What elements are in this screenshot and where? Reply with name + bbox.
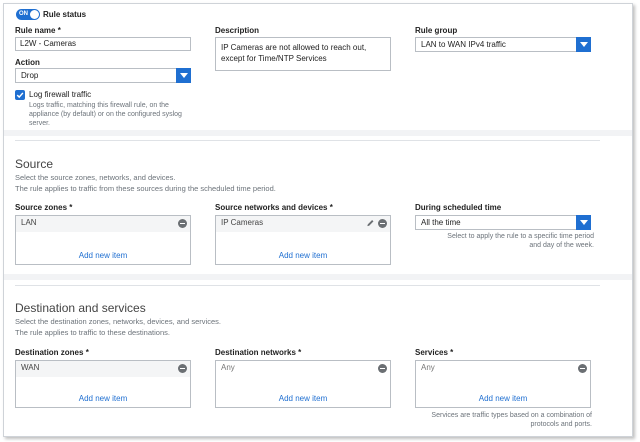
action-select-value: Drop (21, 71, 39, 80)
source-zones-box: LAN Add new item (15, 215, 191, 265)
action-select[interactable]: Drop (15, 68, 191, 83)
schedule-label: During scheduled time (415, 203, 502, 212)
schedule-hint: Select to apply the rule to a specific t… (447, 233, 594, 249)
destination-network-item: Any (221, 363, 235, 372)
list-item[interactable]: Any (216, 361, 390, 377)
rule-group-label: Rule group (415, 26, 458, 35)
list-item[interactable]: Any (416, 361, 590, 377)
chevron-down-icon[interactable] (576, 215, 591, 230)
source-networks-label: Source networks and devices * (215, 203, 333, 212)
source-networks-box: IP Cameras Add new item (215, 215, 391, 265)
section-separator (4, 130, 632, 136)
rule-name-label: Rule name * (15, 26, 61, 35)
source-zones-label: Source zones * (15, 203, 73, 212)
destination-networks-box: Any Add new item (215, 360, 391, 408)
toggle-knob (30, 10, 39, 19)
rule-name-input[interactable]: L2W - Cameras (15, 37, 191, 51)
remove-icon[interactable] (178, 364, 187, 373)
section-separator (4, 274, 632, 280)
divider (15, 285, 600, 286)
destination-networks-label: Destination networks * (215, 348, 302, 357)
destination-networks-add-button[interactable]: Add new item (216, 394, 390, 403)
remove-icon[interactable] (178, 219, 187, 228)
list-item[interactable]: WAN (16, 361, 190, 377)
services-label: Services * (415, 348, 454, 357)
description-textarea[interactable]: IP Cameras are not allowed to reach out,… (215, 37, 391, 71)
chevron-down-icon[interactable] (176, 68, 191, 83)
services-add-button[interactable]: Add new item (416, 394, 590, 403)
rule-group-select-value: LAN to WAN IPv4 traffic (421, 40, 506, 49)
service-item: Any (421, 363, 435, 372)
source-zone-item: LAN (21, 218, 37, 227)
services-hint: Services are traffic types based on a co… (431, 412, 592, 428)
destination-section-desc-1: Select the destination zones, networks, … (15, 317, 221, 326)
log-traffic-hint: Logs traffic, matching this firewall rul… (29, 102, 182, 127)
firewall-rule-form: ON Rule status Rule name * L2W - Cameras… (3, 3, 633, 437)
description-label: Description (215, 26, 260, 35)
source-networks-add-button[interactable]: Add new item (216, 251, 390, 260)
rule-status-toggle[interactable]: ON (16, 9, 40, 20)
pencil-icon[interactable] (366, 218, 375, 228)
log-traffic-label: Log firewall traffic (29, 90, 92, 99)
source-section-title: Source (15, 157, 54, 171)
checkmark-icon (16, 92, 24, 99)
rule-group-select[interactable]: LAN to WAN IPv4 traffic (415, 37, 591, 52)
remove-icon[interactable] (378, 219, 387, 228)
destination-zones-label: Destination zones * (15, 348, 89, 357)
source-section-desc-2: The rule applies to traffic from these s… (15, 184, 276, 193)
chevron-down-icon[interactable] (576, 37, 591, 52)
remove-icon[interactable] (378, 364, 387, 373)
services-box: Any Add new item (415, 360, 591, 408)
destination-zone-item: WAN (21, 363, 40, 372)
list-item[interactable]: IP Cameras (216, 216, 390, 232)
destination-section-title: Destination and services (15, 301, 146, 315)
log-traffic-checkbox[interactable] (15, 90, 25, 100)
remove-icon[interactable] (578, 364, 587, 373)
schedule-select[interactable]: All the time (415, 215, 591, 230)
destination-section-desc-2: The rule applies to traffic to these des… (15, 328, 170, 337)
rule-status-toggle-text: ON (19, 11, 28, 17)
rule-status-label: Rule status (43, 10, 87, 19)
divider (15, 140, 600, 141)
list-item[interactable]: LAN (16, 216, 190, 232)
source-network-item: IP Cameras (221, 218, 264, 227)
action-label: Action (15, 58, 40, 67)
schedule-select-value: All the time (421, 218, 461, 227)
destination-zones-add-button[interactable]: Add new item (16, 394, 190, 403)
source-zones-add-button[interactable]: Add new item (16, 251, 190, 260)
source-section-desc-1: Select the source zones, networks, and d… (15, 173, 176, 182)
destination-zones-box: WAN Add new item (15, 360, 191, 408)
